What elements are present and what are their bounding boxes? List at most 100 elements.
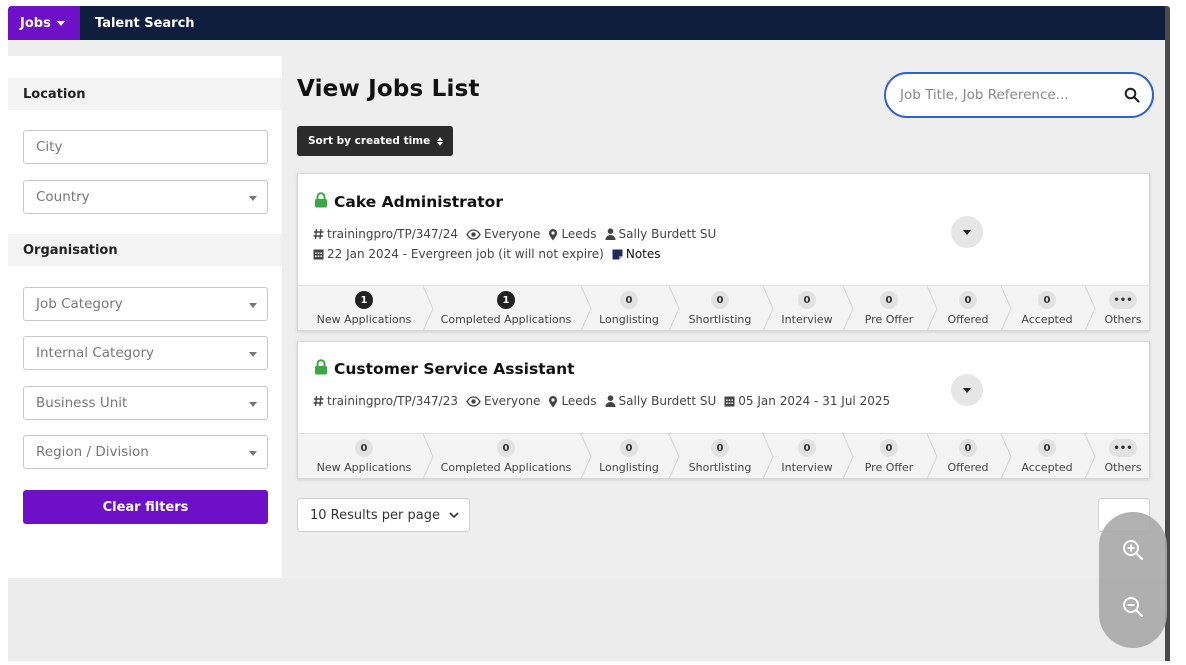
stage-divider (926, 286, 938, 331)
stage-interview[interactable]: 0 Interview (776, 286, 838, 331)
stage-divider (842, 434, 854, 479)
stage-divider (1084, 434, 1096, 479)
clear-filters-button[interactable]: Clear filters (23, 490, 268, 524)
job-meta-line: trainingpro/TP/347/23 Everyone Leeds Sal… (313, 394, 898, 408)
stage-divider (1084, 286, 1096, 331)
results-per-page-select[interactable]: 10 Results per page (297, 498, 470, 532)
job-meta-line: trainingpro/TP/347/24 Everyone Leeds Sal… (313, 227, 724, 241)
sort-label: Sort by created time (308, 135, 431, 147)
stage-pre-offer[interactable]: 0 Pre Offer (856, 434, 922, 479)
hash-icon (313, 395, 324, 407)
region-division-label: Region / Division (36, 444, 149, 460)
sort-icon (437, 136, 444, 146)
job-visibility: Everyone (466, 394, 540, 408)
job-dates: 05 Jan 2024 - 31 Jul 2025 (724, 394, 890, 408)
stage-offered[interactable]: 0 Offered (940, 286, 996, 331)
map-marker-icon (549, 228, 558, 240)
job-category-select[interactable]: Job Category (23, 287, 268, 321)
hash-icon (313, 228, 324, 240)
zoom-in-icon[interactable] (1115, 532, 1151, 568)
stage-divider (668, 434, 680, 479)
stage-accepted[interactable]: 0 Accepted (1014, 286, 1080, 331)
lock-icon (314, 359, 328, 379)
stage-divider (668, 286, 680, 331)
job-title-text: Customer Service Assistant (334, 360, 575, 378)
sort-button[interactable]: Sort by created time (297, 126, 453, 156)
caret-down-icon (249, 451, 257, 456)
stage-new-applications[interactable]: 0 New Applications (310, 434, 418, 479)
eye-icon (466, 228, 481, 240)
stage-divider (762, 286, 774, 331)
job-visibility: Everyone (466, 227, 540, 241)
page-footer-area (8, 578, 1168, 661)
zoom-out-icon[interactable] (1115, 589, 1151, 625)
caret-down-icon (963, 387, 971, 393)
country-select-label: Country (36, 189, 90, 205)
stage-longlisting[interactable]: 0 Longlisting (594, 434, 664, 479)
stage-completed-applications[interactable]: 1 Completed Applications (436, 286, 576, 331)
job-expand-button[interactable] (951, 216, 983, 248)
stage-divider (1000, 434, 1012, 479)
country-select[interactable]: Country (23, 180, 268, 214)
organisation-heading: Organisation (8, 234, 282, 266)
user-icon (605, 395, 616, 407)
results-per-page-label: 10 Results per page (310, 507, 440, 523)
job-title-text: Cake Administrator (334, 193, 503, 211)
job-title[interactable]: Cake Administrator (314, 192, 503, 212)
lock-icon (314, 192, 328, 212)
stage-others[interactable]: ••• Others (1098, 434, 1148, 479)
pipeline-stages: 1 New Applications 1 Completed Application… (298, 285, 1149, 331)
job-owner: Sally Burdett SU (605, 227, 716, 241)
stage-shortlisting[interactable]: 0 Shortlisting (682, 434, 758, 479)
job-reference: trainingpro/TP/347/24 (313, 227, 458, 241)
caret-down-icon (56, 20, 65, 26)
top-navigation: Jobs Talent Search (8, 6, 1168, 40)
job-owner: Sally Burdett SU (605, 394, 716, 408)
stage-longlisting[interactable]: 0 Longlisting (594, 286, 664, 331)
sticky-note-icon (612, 249, 623, 259)
region-division-select[interactable]: Region / Division (23, 435, 268, 469)
job-card: Cake Administrator trainingpro/TP/347/24… (297, 173, 1150, 331)
caret-down-icon (249, 196, 257, 201)
stage-divider (842, 286, 854, 331)
job-dates-line: 22 Jan 2024 - Evergreen job (it will not… (313, 247, 669, 261)
stage-new-applications[interactable]: 1 New Applications (310, 286, 418, 331)
job-title[interactable]: Customer Service Assistant (314, 359, 575, 379)
search-icon[interactable] (1124, 87, 1140, 107)
stage-interview[interactable]: 0 Interview (776, 434, 838, 479)
internal-category-label: Internal Category (36, 345, 154, 361)
page-title: View Jobs List (297, 76, 480, 102)
caret-down-icon (963, 229, 971, 235)
notes-link[interactable]: Notes (612, 247, 661, 261)
stage-divider (926, 434, 938, 479)
stage-others[interactable]: ••• Others (1098, 286, 1148, 331)
stage-completed-applications[interactable]: 0 Completed Applications (436, 434, 576, 479)
job-expand-button[interactable] (951, 374, 983, 406)
city-input[interactable]: City (23, 130, 268, 164)
stage-pre-offer[interactable]: 0 Pre Offer (856, 286, 922, 331)
nav-talent-search[interactable]: Talent Search (95, 6, 195, 40)
stage-shortlisting[interactable]: 0 Shortlisting (682, 286, 758, 331)
nav-jobs-menu[interactable]: Jobs (8, 6, 80, 40)
business-unit-select[interactable]: Business Unit (23, 386, 268, 420)
stage-accepted[interactable]: 0 Accepted (1014, 434, 1080, 479)
stage-divider (422, 286, 434, 331)
user-icon (605, 228, 616, 240)
stage-divider (580, 286, 592, 331)
business-unit-label: Business Unit (36, 395, 128, 411)
caret-down-icon (249, 303, 257, 308)
job-location: Leeds (548, 394, 597, 408)
job-search-input[interactable]: Job Title, Job Reference... (884, 72, 1154, 118)
caret-down-icon (249, 402, 257, 407)
internal-category-select[interactable]: Internal Category (23, 336, 268, 370)
pipeline-stages: 0 New Applications 0 Completed Application… (298, 433, 1149, 479)
stage-offered[interactable]: 0 Offered (940, 434, 996, 479)
job-location: Leeds (548, 227, 597, 241)
eye-icon (466, 395, 481, 407)
chevron-down-icon (449, 512, 459, 519)
app-window: Jobs Talent Search Location City Country… (8, 6, 1168, 661)
location-heading: Location (8, 78, 282, 110)
map-marker-icon (549, 395, 558, 407)
job-dates: 22 Jan 2024 - Evergreen job (it will not… (313, 247, 604, 261)
calendar-icon (313, 249, 324, 260)
